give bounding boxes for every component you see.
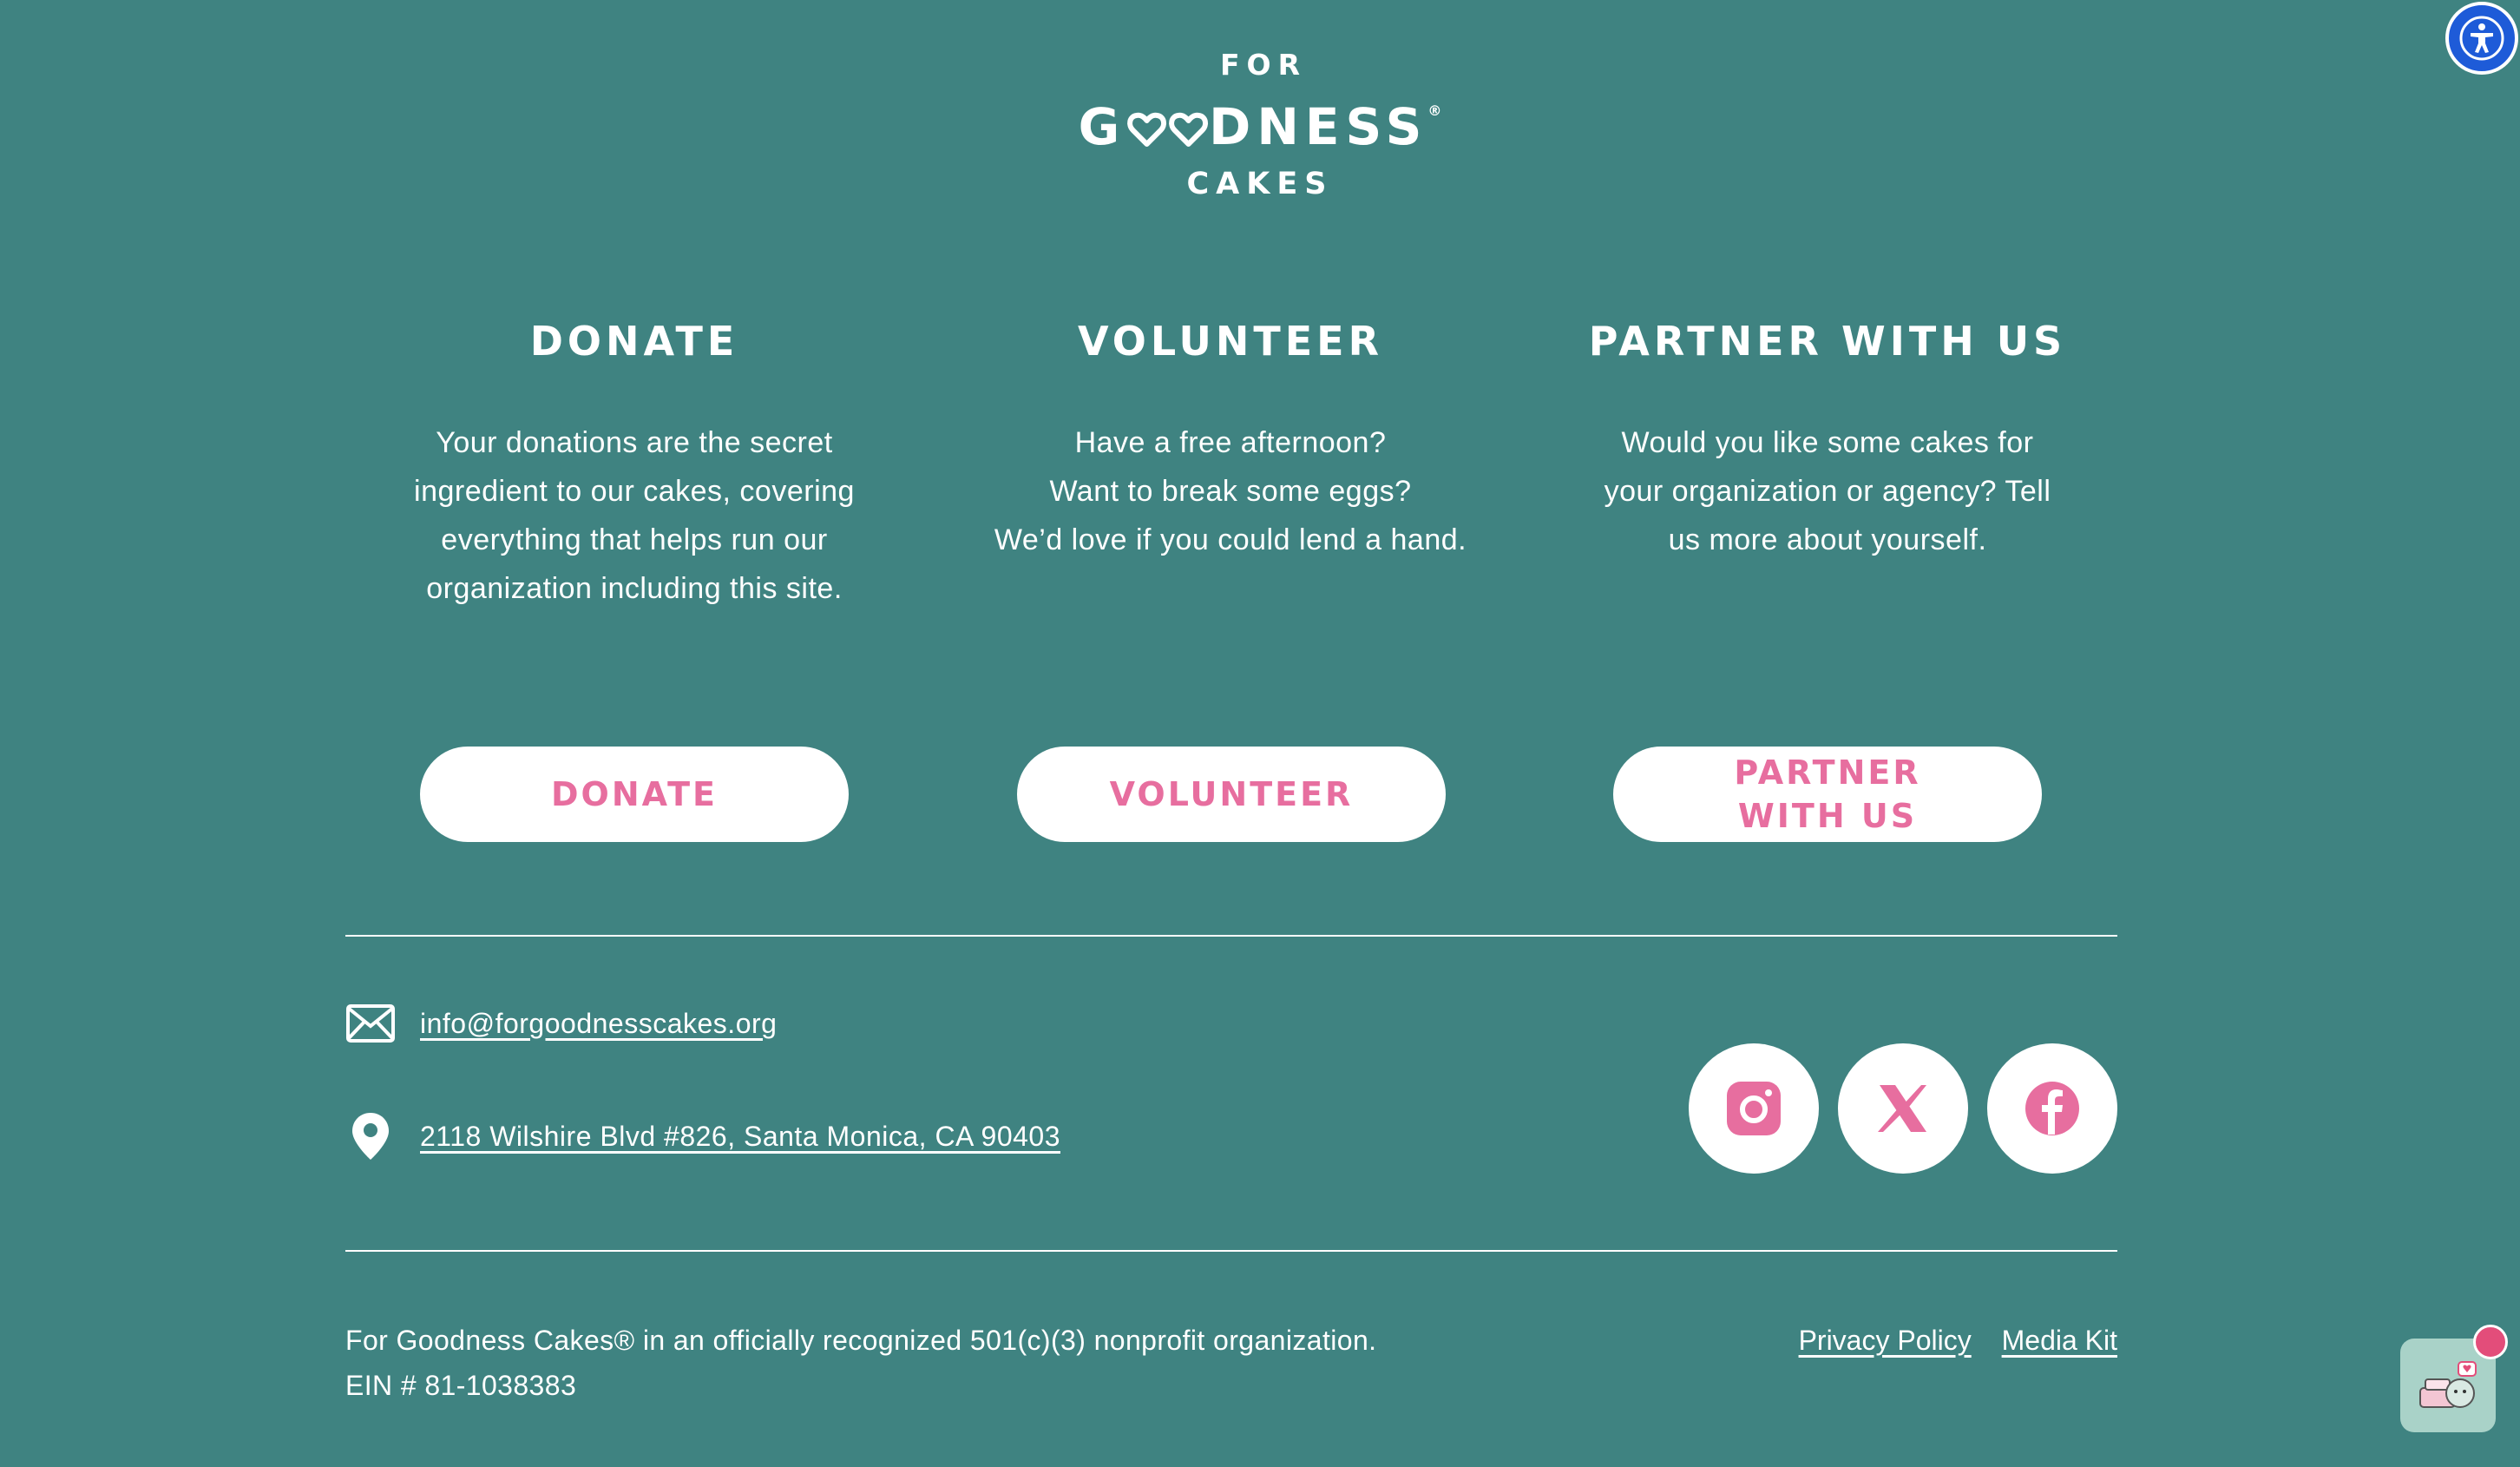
contact-email-row: info@forgoodnesscakes.org — [345, 998, 777, 1049]
volunteer-heading: VOLUNTEER — [1077, 318, 1384, 365]
privacy-policy-link[interactable]: Privacy Policy — [1799, 1325, 1972, 1356]
registered-mark: ® — [1427, 102, 1442, 119]
map-pin-icon — [345, 1111, 396, 1161]
logo-goodness-g: G — [1078, 97, 1126, 156]
partner-text: Would you like some cakes for your organ… — [1604, 426, 2051, 556]
nonprofit-statement: For Goodness Cakes® in an officially rec… — [345, 1325, 1377, 1356]
heart-icon — [1168, 112, 1208, 147]
partner-heading: PARTNER WITH US — [1588, 318, 2067, 365]
ein-number: EIN # 81-1038383 — [345, 1370, 577, 1401]
contact-address-row: 2118 Wilshire Blvd #826, Santa Monica, C… — [345, 1111, 1060, 1161]
accessibility-icon — [2459, 16, 2504, 61]
instagram-button[interactable] — [1689, 1043, 1819, 1174]
volunteer-button[interactable]: VOLUNTEER — [1017, 747, 1446, 842]
notification-badge — [2473, 1325, 2508, 1359]
address-link[interactable]: 2118 Wilshire Blvd #826, Santa Monica, C… — [420, 1121, 1060, 1153]
cake-chat-icon — [2419, 1361, 2477, 1408]
facebook-icon — [2025, 1082, 2079, 1135]
partner-button-label: PARTNER WITH US — [1734, 753, 1921, 835]
logo-goodness-rest: DNESS — [1209, 97, 1428, 156]
x-icon — [1878, 1085, 1926, 1132]
volunteer-column: VOLUNTEER Have a free afternoon? Want to… — [970, 318, 1491, 564]
facebook-button[interactable] — [1987, 1043, 2117, 1174]
volunteer-text: Have a free afternoon? Want to break som… — [994, 426, 1467, 556]
logo-for: FOR — [1219, 48, 1308, 82]
accessibility-button[interactable] — [2445, 2, 2518, 75]
legal-text: For Goodness Cakes® in an officially rec… — [345, 1318, 1376, 1408]
heart-icon — [1126, 112, 1166, 147]
envelope-icon — [345, 998, 396, 1049]
donate-heading: DONATE — [529, 318, 739, 365]
logo-goodness: G DNESS® — [1079, 97, 1442, 156]
partner-column: PARTNER WITH US Would you like some cake… — [1567, 318, 2088, 564]
divider — [345, 1250, 2117, 1252]
email-link[interactable]: info@forgoodnesscakes.org — [420, 1008, 777, 1040]
logo-cakes: CAKES — [1186, 167, 1334, 201]
donate-button[interactable]: DONATE — [420, 747, 849, 842]
instagram-icon — [1727, 1082, 1781, 1135]
site-logo[interactable]: FOR G DNESS® CAKES — [1079, 48, 1442, 201]
divider — [345, 935, 2117, 937]
donate-text: Your donations are the secret ingredient… — [414, 426, 855, 605]
footer-links: Privacy Policy Media Kit — [1776, 1318, 2117, 1363]
donate-column: DONATE Your donations are the secret ing… — [374, 318, 895, 613]
partner-with-us-button[interactable]: PARTNER WITH US — [1613, 747, 2042, 842]
x-button[interactable] — [1838, 1043, 1968, 1174]
media-kit-link[interactable]: Media Kit — [2002, 1325, 2117, 1356]
